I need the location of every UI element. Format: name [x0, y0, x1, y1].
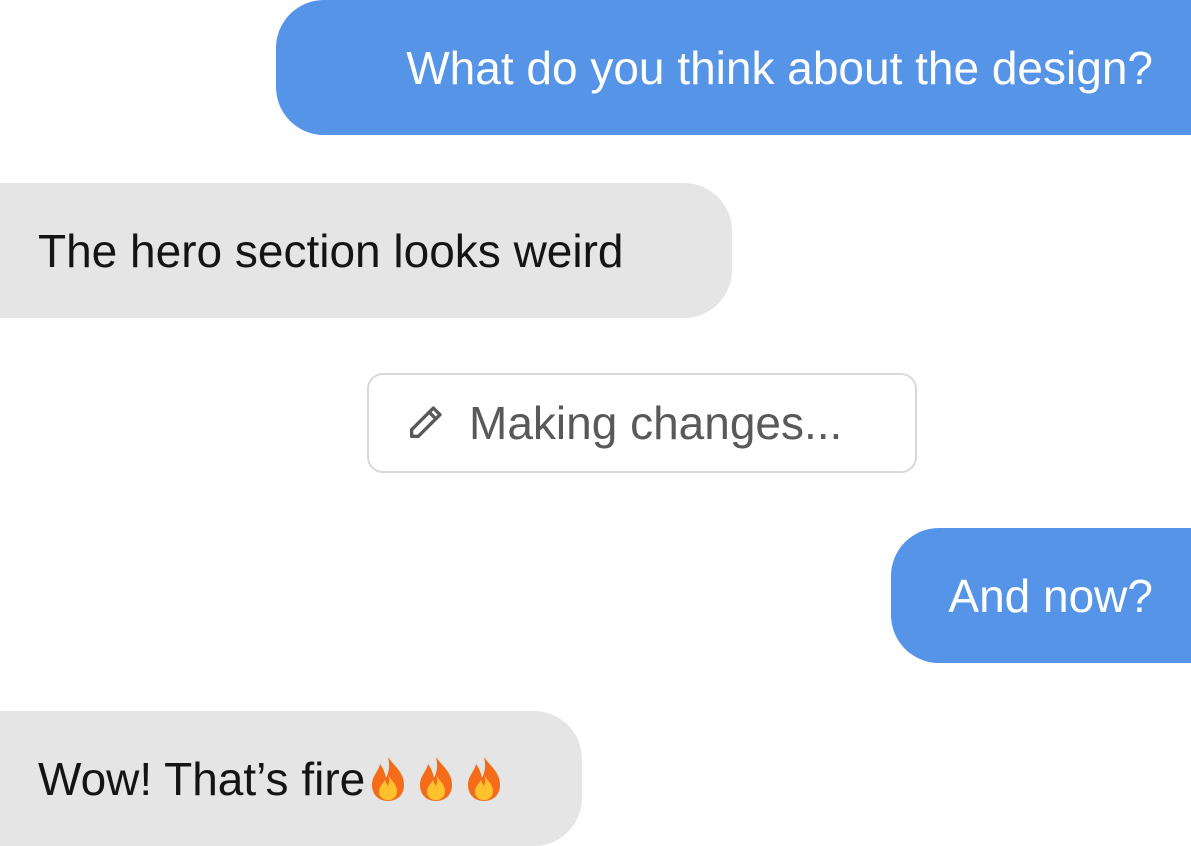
message-text: What do you think about the design? [406, 41, 1153, 94]
message-text: Wow! That’s fire [38, 752, 366, 805]
fire-icon [367, 755, 409, 803]
status-text: Making changes... [469, 397, 843, 449]
fire-icon [463, 755, 505, 803]
fire-icon [415, 755, 457, 803]
incoming-message-bubble: The hero section looks weird [0, 183, 732, 318]
status-indicator: Making changes... [367, 373, 917, 473]
pencil-icon [405, 403, 445, 443]
outgoing-message-bubble: And now? [891, 528, 1191, 663]
message-text: The hero section looks weird [38, 224, 624, 277]
emoji-group [367, 755, 511, 803]
outgoing-message-bubble: What do you think about the design? [276, 0, 1191, 135]
message-text: And now? [948, 569, 1153, 622]
incoming-message-bubble: Wow! That’s fire [0, 711, 582, 846]
